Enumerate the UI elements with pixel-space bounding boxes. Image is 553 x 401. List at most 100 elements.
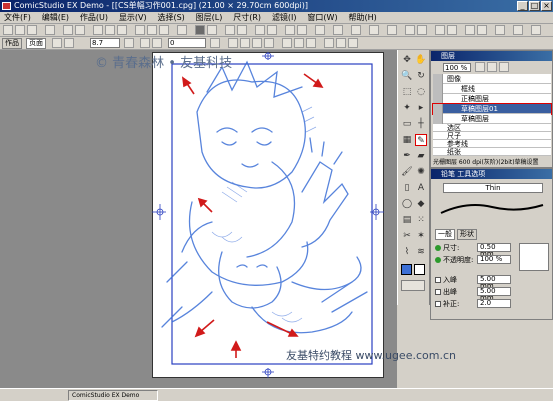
delete-layer-icon[interactable] (499, 62, 509, 72)
flip-icon[interactable] (348, 38, 358, 48)
pencil-tool-icon[interactable]: ✎ (415, 134, 427, 146)
mirror-icon[interactable] (210, 38, 220, 48)
tab-general[interactable]: 一般 (435, 229, 455, 240)
grid-icon[interactable] (207, 25, 217, 35)
undo-icon[interactable] (63, 25, 73, 35)
new-icon[interactable] (3, 25, 13, 35)
brush-icon[interactable] (477, 25, 487, 35)
selection-icon[interactable] (225, 25, 235, 35)
frame-tool-icon[interactable]: ▦ (401, 134, 413, 146)
invert-icon[interactable] (306, 38, 316, 48)
open-icon[interactable] (15, 25, 25, 35)
help-icon[interactable] (513, 25, 523, 35)
tone-tool-icon[interactable]: ⁙ (415, 214, 427, 226)
layer-row-ruler[interactable]: 尺子 (433, 132, 551, 140)
move-tool-icon[interactable]: ✥ (401, 54, 413, 66)
print-icon[interactable] (45, 25, 55, 35)
menu-window[interactable]: 窗口(W) (303, 12, 341, 24)
filter-icon[interactable] (333, 25, 343, 35)
visibility-eye-icon[interactable] (433, 84, 443, 94)
zoom-field[interactable]: 8.7 (90, 38, 120, 48)
visibility-eye-icon[interactable] (433, 94, 443, 104)
layer-row-frame[interactable]: 框线 (433, 84, 551, 94)
marquee-tool-icon[interactable]: ⬚ (401, 86, 413, 98)
material-icon[interactable] (387, 25, 397, 35)
ruler-tool-icon[interactable]: ▭ (401, 118, 413, 130)
layer-icon[interactable] (195, 25, 205, 35)
snap-ruler-icon[interactable] (252, 38, 262, 48)
snap-icon[interactable] (228, 38, 238, 48)
text-icon[interactable] (297, 25, 307, 35)
snap-grid-icon[interactable] (240, 38, 250, 48)
in-stroke-field[interactable]: 5.00 mm (477, 275, 511, 290)
effect-tool-icon[interactable]: ✶ (415, 230, 427, 242)
object-tool-icon[interactable]: ▸ (415, 102, 427, 114)
navigator-icon[interactable] (351, 25, 361, 35)
background-color-swatch[interactable] (414, 264, 425, 275)
hand-tool-icon[interactable]: ✋ (415, 54, 427, 66)
save-icon[interactable] (27, 25, 37, 35)
fit-page-icon[interactable] (159, 25, 169, 35)
layer-row-paper[interactable]: 纸张 (433, 148, 551, 156)
guide-tool-icon[interactable]: ┼ (415, 118, 427, 130)
menu-select[interactable]: 选择(S) (153, 12, 188, 24)
tool-panel-icon[interactable] (447, 25, 457, 35)
layer-panel-icon[interactable] (435, 25, 445, 35)
opacity-field[interactable]: 100 % (477, 255, 511, 264)
zoom-dropdown-icon[interactable] (124, 38, 134, 48)
angle-field[interactable]: 0 (168, 38, 206, 48)
menu-work[interactable]: 作品(U) (76, 12, 112, 24)
foreground-color-swatch[interactable] (401, 264, 412, 275)
menu-edit[interactable]: 编辑(E) (38, 12, 73, 24)
menu-layer[interactable]: 图层(L) (192, 12, 227, 24)
color-icon[interactable] (369, 25, 379, 35)
correction-checkbox[interactable] (435, 301, 441, 307)
layer-row-final[interactable]: 正稿图层 (433, 94, 551, 104)
maximize-button[interactable]: □ (529, 1, 540, 11)
layer-row-selection[interactable]: 选区 (433, 124, 551, 132)
transform-icon[interactable] (324, 38, 334, 48)
marker-tool-icon[interactable]: ▰ (415, 150, 427, 162)
layer-row-draft01[interactable]: 草稿图层01 (432, 103, 552, 115)
zoom-tool-icon[interactable]: 🔍 (401, 70, 413, 82)
color-mode-toggle[interactable] (401, 280, 425, 291)
next-page-icon[interactable] (64, 38, 74, 48)
in-stroke-checkbox[interactable] (435, 277, 441, 283)
brush-preset-select[interactable]: Thin (443, 183, 543, 193)
property-icon[interactable] (417, 25, 427, 35)
brush-tool-icon[interactable]: 🖌 (401, 166, 413, 178)
layer-opacity-field[interactable]: 100 % (443, 63, 471, 72)
size-field[interactable]: 0.50 mm (477, 243, 511, 258)
pen-tool-icon[interactable]: ✒ (401, 150, 413, 162)
airbrush-tool-icon[interactable]: ✺ (415, 166, 427, 178)
cut-icon[interactable] (93, 25, 103, 35)
redo-icon[interactable] (75, 25, 85, 35)
zoom-out-icon[interactable] (147, 25, 157, 35)
visibility-eye-icon[interactable] (433, 114, 443, 124)
gradient-tool-icon[interactable]: ▤ (401, 214, 413, 226)
out-stroke-field[interactable]: 5.00 mm (477, 287, 511, 302)
tone-icon[interactable] (255, 25, 265, 35)
correction-field[interactable]: 2.0 (477, 299, 511, 308)
paste-icon[interactable] (117, 25, 127, 35)
menu-filter[interactable]: 滤镜(I) (268, 12, 301, 24)
scissors-tool-icon[interactable]: ✂ (401, 230, 413, 242)
blur-tool-icon[interactable]: ≋ (415, 246, 427, 258)
balloon-icon[interactable] (315, 25, 325, 35)
pen-icon[interactable] (465, 25, 475, 35)
copy-icon[interactable] (105, 25, 115, 35)
tab-page[interactable]: 页面 (26, 38, 46, 49)
rotate-tool-icon[interactable]: ↻ (415, 70, 427, 82)
menu-file[interactable]: 文件(F) (0, 12, 35, 24)
rotate-right-icon[interactable] (152, 38, 162, 48)
frame-icon[interactable] (285, 25, 295, 35)
history-icon[interactable] (405, 25, 415, 35)
eraser-icon[interactable] (495, 25, 505, 35)
layer-row-draft[interactable]: 草稿图层 (433, 114, 551, 124)
zoom-in-icon[interactable] (135, 25, 145, 35)
layer-row-guide[interactable]: 参考线 (433, 140, 551, 148)
visibility-eye-icon[interactable] (433, 104, 443, 114)
minimize-button[interactable]: _ (517, 1, 528, 11)
tab-work[interactable]: 作品 (2, 38, 22, 49)
new-layer-icon[interactable] (475, 62, 485, 72)
